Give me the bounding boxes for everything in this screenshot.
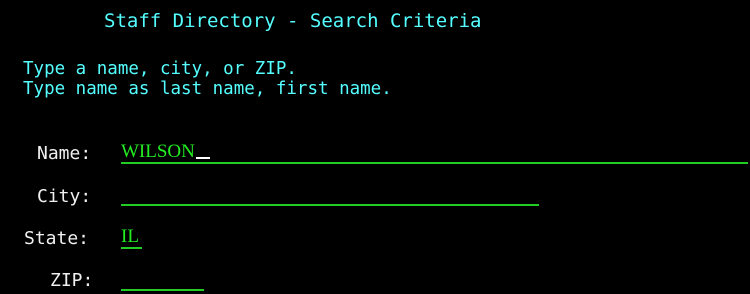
city-field[interactable] bbox=[121, 184, 539, 206]
text-cursor bbox=[195, 157, 210, 159]
screen-title: Staff Directory - Search Criteria bbox=[104, 10, 482, 32]
instruction-line-2: Type name as last name, first name. bbox=[23, 79, 392, 99]
name-label: Name: bbox=[37, 143, 92, 164]
zip-field[interactable] bbox=[121, 269, 204, 291]
name-field[interactable]: WILSON bbox=[121, 142, 748, 164]
state-field[interactable]: IL bbox=[121, 227, 142, 249]
city-label: City: bbox=[37, 186, 92, 207]
zip-label: ZIP: bbox=[50, 270, 94, 291]
instruction-line-1: Type a name, city, or ZIP. bbox=[23, 59, 297, 79]
state-label: State: bbox=[24, 228, 90, 249]
name-field-value: WILSON bbox=[121, 142, 195, 162]
terminal-screen: Staff Directory - Search Criteria Type a… bbox=[0, 0, 750, 294]
